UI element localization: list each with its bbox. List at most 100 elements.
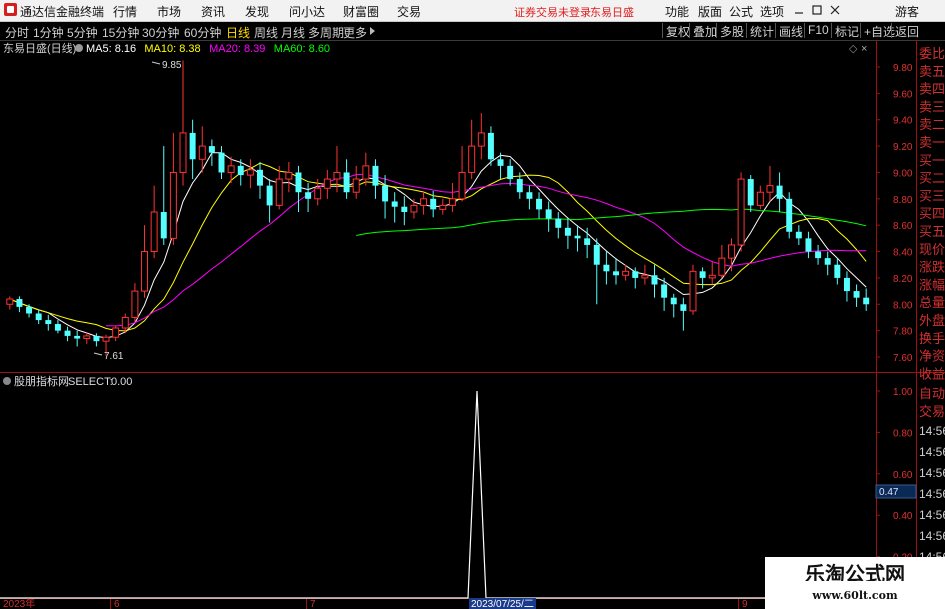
ma-legend-item: MA20: 8.39 — [209, 43, 265, 55]
menu-discover[interactable]: 发现 — [245, 3, 269, 20]
y-tick-label: 9.80 — [893, 63, 913, 74]
side-label: 买五 — [919, 225, 945, 240]
y-tick-label: 8.40 — [893, 248, 913, 259]
period-tab[interactable]: 60分钟 — [184, 24, 221, 41]
btn-draw[interactable]: 画线 — [775, 23, 803, 39]
period-tab[interactable]: 1分钟 — [33, 24, 64, 41]
candle-body-down — [805, 238, 812, 252]
y-tick-label: 8.20 — [893, 274, 913, 285]
menu-formula[interactable]: 公式 — [729, 3, 753, 20]
sub-chart-title: 股朋指标网 — [14, 374, 69, 388]
diamond-icon[interactable]: ◇ — [849, 43, 858, 55]
menu-quotes[interactable]: 行情 — [113, 3, 137, 20]
candle-body-up — [362, 165, 370, 180]
sub-settings-icon[interactable] — [3, 377, 11, 385]
y-tick-label: 8.80 — [893, 195, 913, 206]
ma-legend-item: MA60: 8.60 — [274, 43, 330, 55]
menu-news[interactable]: 资讯 — [201, 3, 225, 20]
period-tab[interactable]: 周线 — [254, 24, 278, 41]
candle-body-up — [131, 290, 139, 318]
candle-body-down — [603, 264, 610, 272]
login-warning[interactable]: 证券交易未登录 — [514, 4, 591, 20]
period-tab-more[interactable]: 更多 — [343, 24, 367, 41]
ma-legend-item: MA10: 8.38 — [144, 43, 200, 55]
side-time: 14:56 — [919, 424, 945, 438]
menu-ask[interactable]: 问小达 — [289, 3, 325, 20]
y-tick-label: 9.00 — [893, 168, 913, 179]
candle-body-up — [83, 335, 91, 340]
candle-body-down — [795, 231, 802, 239]
menu-options[interactable]: 选项 — [760, 3, 784, 20]
candle-body-down — [401, 206, 408, 212]
side-label: 涨跌 — [919, 260, 945, 276]
minimize-icon[interactable] — [792, 3, 806, 17]
side-label: 净资 — [919, 350, 945, 365]
candle-body-up — [227, 165, 235, 173]
chevron-right-icon[interactable] — [369, 27, 376, 35]
candle-body-down — [661, 284, 668, 298]
period-tab[interactable]: 15分钟 — [102, 24, 139, 41]
candle-body-up — [275, 178, 283, 206]
menu-wealth-circle[interactable]: 财富圈 — [343, 3, 379, 20]
candle-body-down — [564, 227, 571, 236]
candle-body-down — [863, 297, 870, 305]
btn-adjust[interactable]: 复权 — [662, 23, 690, 39]
candle-body-up — [112, 327, 120, 338]
kline-chart[interactable]: 东易日盛(日线) MA5: 8.16 MA10: 8.38 MA20: 8.39 MA… — [0, 40, 945, 609]
sub-y-tick-label: 0.40 — [893, 511, 913, 522]
candle-body-up — [410, 204, 418, 213]
candle-body-up — [766, 185, 774, 193]
side-sub-label: 自动 — [919, 387, 945, 402]
y-tick-label: 9.20 — [893, 142, 913, 153]
candle-body-down — [16, 299, 23, 307]
maximize-icon[interactable] — [810, 3, 824, 17]
select-signal-spike — [0, 390, 876, 599]
chart-settings-icon[interactable] — [75, 44, 83, 52]
btn-add-watchlist[interactable]: +自选 — [860, 23, 895, 39]
menu-functions[interactable]: 功能 — [665, 3, 689, 20]
period-tab[interactable]: 30分钟 — [142, 24, 179, 41]
period-tab[interactable]: 多周期 — [308, 24, 344, 41]
btn-mark[interactable]: 标记 — [831, 23, 859, 39]
candle-body-down — [776, 185, 783, 199]
btn-overlay[interactable]: 叠加 — [689, 23, 717, 39]
candle-body-down — [382, 185, 389, 202]
candle-body-down — [699, 271, 706, 278]
side-label: 卖四 — [919, 83, 945, 98]
candle-body-up — [6, 298, 14, 305]
candle-body-up — [198, 145, 206, 160]
menu-layout[interactable]: 版面 — [698, 3, 722, 20]
candle-body-down — [853, 291, 860, 298]
period-tab[interactable]: 5分钟 — [67, 24, 98, 41]
candle-body-up — [323, 178, 331, 189]
period-tab[interactable]: 分时 — [5, 24, 29, 41]
candle-body-down — [487, 132, 494, 160]
guest-label[interactable]: 游客 — [895, 3, 919, 20]
candle-body-up — [448, 198, 456, 206]
side-label: 买一 — [919, 154, 945, 169]
close-icon[interactable] — [828, 3, 842, 17]
y-tick-label: 8.00 — [893, 300, 913, 311]
candle-body-down — [497, 159, 504, 166]
candle-body-down — [372, 165, 379, 186]
btn-f10[interactable]: F10 — [804, 23, 829, 38]
btn-multi[interactable]: 多股 — [716, 23, 744, 39]
side-time: 14:56 — [919, 529, 945, 543]
candle-body-up — [141, 251, 149, 292]
candle-body-down — [747, 179, 754, 206]
candle-body-up — [333, 171, 341, 180]
side-label: 现价 — [919, 243, 945, 258]
main-close-icon[interactable]: × — [861, 43, 867, 55]
candle-body-up — [102, 336, 110, 342]
menu-market[interactable]: 市场 — [157, 3, 181, 20]
period-tab[interactable]: 月线 — [281, 24, 305, 41]
btn-stats[interactable]: 统计 — [746, 23, 774, 39]
candle-body-down — [208, 146, 215, 153]
candle-body-down — [574, 235, 581, 239]
candle-body-down — [593, 244, 600, 265]
menu-trade[interactable]: 交易 — [397, 3, 421, 20]
period-tab-active[interactable]: 日线 — [226, 24, 250, 41]
candle-body-down — [824, 258, 831, 265]
candle-body-down — [74, 335, 81, 339]
btn-back[interactable]: 返回 — [891, 23, 919, 39]
